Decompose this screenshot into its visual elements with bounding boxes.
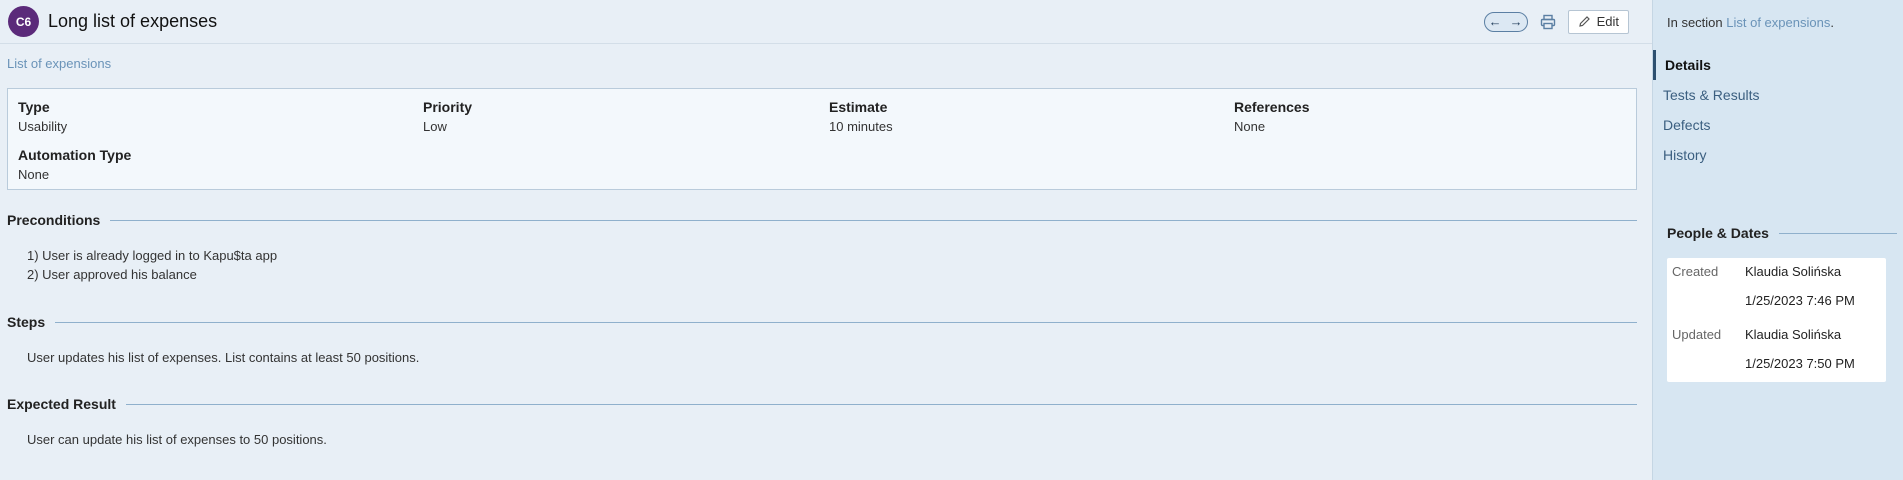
sidebar: In section List of expensions. Details T…	[1652, 0, 1903, 480]
arrow-left-icon[interactable]: ←	[1489, 14, 1502, 29]
section-divider	[125, 403, 1637, 405]
in-section-link[interactable]: List of expensions	[1726, 15, 1830, 30]
precondition-line: 1) User is already logged in to Kapu$ta …	[27, 248, 278, 263]
field-references-label: References	[1234, 99, 1310, 115]
field-priority: Priority Low	[423, 99, 472, 134]
expected-result-header: Expected Result	[7, 396, 1637, 412]
sidebar-item-details[interactable]: Details	[1653, 50, 1903, 80]
expected-result-title: Expected Result	[7, 396, 116, 412]
sidebar-item-defects[interactable]: Defects	[1653, 110, 1903, 140]
updated-by: Klaudia Solińska	[1745, 327, 1842, 342]
preconditions-header: Preconditions	[7, 212, 1637, 228]
field-automation-type: Automation Type None	[18, 147, 131, 182]
field-estimate: Estimate 10 minutes	[829, 99, 893, 134]
in-section-prefix: In section	[1667, 15, 1727, 30]
preconditions-content: 1) User is already logged in to Kapu$ta …	[27, 246, 277, 284]
field-estimate-label: Estimate	[829, 99, 888, 115]
people-dates-header: People & Dates	[1667, 225, 1897, 241]
field-references-value: None	[1234, 119, 1266, 134]
field-priority-value: Low	[423, 119, 447, 134]
header-toolbar: ← → Edit	[1483, 9, 1629, 34]
edit-button[interactable]: Edit	[1567, 9, 1629, 34]
field-automation-value: None	[18, 167, 50, 182]
created-date: 1/25/2023 7:46 PM	[1745, 293, 1855, 308]
section-divider	[1778, 232, 1897, 234]
steps-title: Steps	[7, 314, 46, 330]
created-by: Klaudia Solińska	[1745, 264, 1842, 279]
section-divider	[55, 321, 1637, 323]
sidebar-nav: Details Tests & Results Defects History	[1653, 50, 1903, 170]
section-divider	[110, 219, 1637, 221]
sidebar-item-history[interactable]: History	[1653, 140, 1903, 170]
in-section-suffix: .	[1830, 15, 1834, 30]
expected-result-content: User can update his list of expenses to …	[27, 432, 327, 447]
pencil-icon	[1578, 16, 1590, 27]
arrow-right-icon[interactable]: →	[1510, 14, 1523, 29]
precondition-line: 2) User approved his balance	[27, 267, 197, 282]
case-fields-box: Type Usability Priority Low Estimate 10 …	[7, 88, 1637, 190]
field-type-label: Type	[18, 99, 50, 115]
people-dates-card: Created Klaudia Solińska 1/25/2023 7:46 …	[1667, 258, 1886, 382]
printer-icon	[1540, 14, 1555, 29]
steps-content: User updates his list of expenses. List …	[27, 350, 420, 365]
field-type-value: Usability	[18, 119, 68, 134]
field-priority-label: Priority	[423, 99, 473, 115]
page-header: C6 Long list of expenses ← → Edit	[0, 0, 1652, 44]
people-dates-title: People & Dates	[1667, 225, 1769, 241]
breadcrumb-section-link[interactable]: List of expensions	[7, 56, 111, 71]
sidebar-item-tests-results[interactable]: Tests & Results	[1653, 80, 1903, 110]
field-references: References None	[1234, 99, 1310, 134]
updated-label: Updated	[1672, 327, 1722, 342]
field-estimate-value: 10 minutes	[829, 119, 893, 134]
page-title: Long list of expenses	[48, 11, 218, 31]
field-automation-label: Automation Type	[18, 147, 132, 163]
prev-next-nav: ← →	[1483, 11, 1528, 32]
field-type: Type Usability	[18, 99, 67, 134]
created-label: Created	[1672, 264, 1719, 279]
edit-button-label: Edit	[1596, 14, 1619, 29]
preconditions-title: Preconditions	[7, 212, 101, 228]
print-button[interactable]	[1538, 12, 1558, 32]
steps-header: Steps	[7, 314, 1637, 330]
main-panel: C6 Long list of expenses ← → Edit List o…	[0, 0, 1652, 480]
case-id-badge: C6	[8, 6, 39, 37]
in-section-text: In section List of expensions.	[1667, 15, 1834, 30]
updated-date: 1/25/2023 7:50 PM	[1745, 356, 1855, 371]
